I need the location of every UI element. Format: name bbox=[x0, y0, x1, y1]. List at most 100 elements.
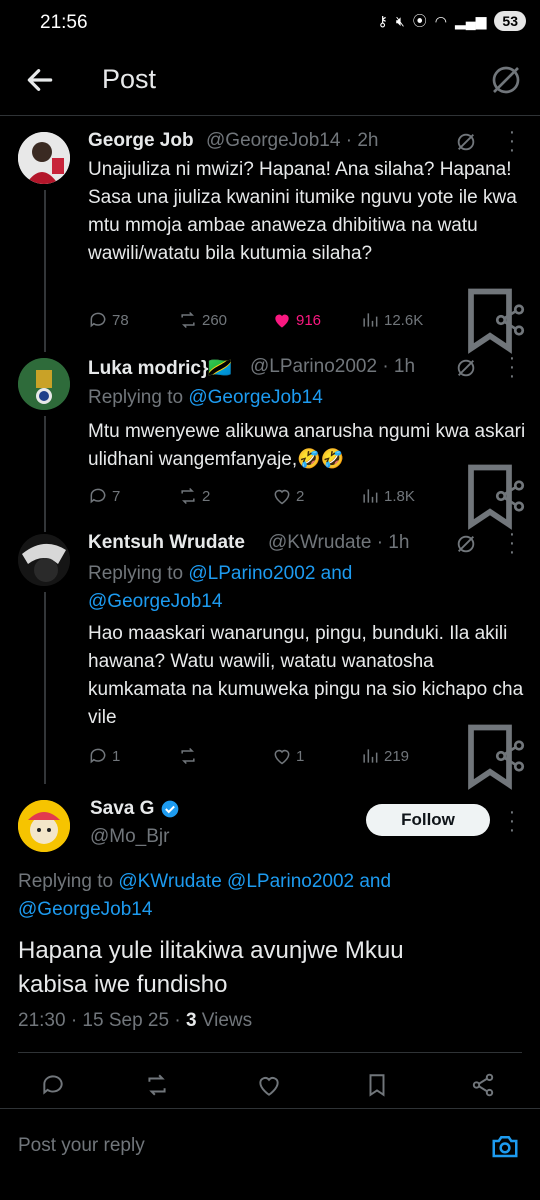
location-icon: ⦿ bbox=[412, 13, 427, 29]
views-icon bbox=[363, 749, 378, 763]
repost-button[interactable]: 2 bbox=[178, 486, 210, 506]
wifi-icon: ◠ bbox=[434, 12, 447, 29]
views-button[interactable]: 219 bbox=[360, 746, 409, 766]
grok-icon[interactable] bbox=[455, 533, 477, 555]
key-icon: ⚷ bbox=[377, 12, 388, 29]
post-author-name: Sava G bbox=[90, 798, 155, 819]
grok-icon[interactable] bbox=[455, 131, 477, 153]
thread-line bbox=[44, 416, 46, 532]
top-bar: Post bbox=[0, 46, 540, 116]
views-count: 219 bbox=[384, 747, 410, 765]
heart-icon bbox=[274, 489, 290, 505]
more-options-icon[interactable]: · · · bbox=[506, 524, 518, 562]
reply-input[interactable]: Post your reply bbox=[18, 1135, 145, 1157]
avatar[interactable] bbox=[18, 358, 70, 410]
replying-to: Replying to @LParino2002 and @GeorgeJob1… bbox=[88, 563, 353, 612]
reply-button[interactable]: 1 bbox=[88, 746, 120, 766]
reply-icon bbox=[90, 312, 106, 328]
post-actions: 7 2 2 1.8K bbox=[88, 464, 528, 530]
grok-icon[interactable] bbox=[490, 64, 522, 96]
grok-icon[interactable] bbox=[455, 357, 477, 379]
reply-button[interactable]: 78 bbox=[88, 310, 129, 330]
post-author-handle[interactable]: @GeorgeJob14 · 2h bbox=[206, 130, 378, 152]
like-button[interactable]: 1 bbox=[272, 746, 304, 766]
heart-icon bbox=[274, 749, 290, 765]
like-count: 916 bbox=[296, 311, 322, 329]
post-author-handle[interactable]: @KWrudate · 1h bbox=[268, 532, 409, 554]
views-count: 12.6K bbox=[384, 311, 424, 329]
post-views-label: Views bbox=[196, 1010, 253, 1031]
more-options-icon[interactable]: · · · bbox=[506, 348, 518, 386]
thread-line bbox=[44, 190, 46, 352]
divider bbox=[18, 1052, 522, 1053]
post-author-name[interactable]: George Job bbox=[88, 130, 194, 152]
post-author-name[interactable]: Kentsuh Wrudate bbox=[88, 532, 245, 554]
post-author-handle[interactable]: @LParino2002 · 1h bbox=[250, 356, 415, 378]
thread-line bbox=[44, 592, 46, 784]
repost-button[interactable] bbox=[178, 746, 202, 766]
mute-icon: 🔇︎ bbox=[395, 12, 405, 29]
reply-count: 78 bbox=[112, 311, 129, 329]
repost-button[interactable]: 260 bbox=[178, 310, 227, 330]
post-text: Unajiuliza ni mwizi? Hapana! Ana silaha?… bbox=[88, 159, 517, 264]
views-button[interactable]: 12.6K bbox=[360, 310, 423, 330]
post-text: Hao maaskari wanarungu, pingu, bunduki. … bbox=[88, 623, 524, 728]
post-meta: 21:30 · 15 Sep 25 · 3 Views bbox=[18, 1010, 252, 1032]
main-post-text: Hapana yule ilitakiwa avunjwe Mkuu kabis… bbox=[18, 937, 404, 998]
views-icon bbox=[363, 313, 378, 327]
like-count: 1 bbox=[296, 747, 305, 765]
share-icon[interactable] bbox=[492, 302, 528, 338]
like-count: 2 bbox=[296, 487, 305, 505]
heart-filled-icon bbox=[275, 314, 289, 328]
reply-count: 1 bbox=[112, 747, 121, 765]
reply-count: 7 bbox=[112, 487, 121, 505]
status-icons: ⚷ 🔇︎ ⦿ ◠ ▂▄▆ 53 bbox=[378, 11, 526, 31]
heart-icon[interactable] bbox=[256, 1072, 282, 1098]
repost-icon bbox=[181, 747, 195, 765]
repost-icon[interactable] bbox=[144, 1072, 170, 1098]
verified-badge-icon bbox=[162, 800, 179, 818]
repost-icon bbox=[181, 487, 195, 505]
reply-icon[interactable] bbox=[40, 1072, 66, 1098]
page-title: Post bbox=[102, 64, 157, 94]
share-icon[interactable] bbox=[492, 738, 528, 774]
like-button[interactable]: 2 bbox=[272, 486, 304, 506]
more-options-icon[interactable]: · · · bbox=[506, 802, 518, 840]
post-timestamp: 21:30 · 15 Sep 25 · bbox=[18, 1010, 186, 1031]
views-count: 1.8K bbox=[384, 487, 415, 505]
like-button[interactable]: 916 bbox=[272, 310, 321, 330]
reply-button[interactable]: 7 bbox=[88, 486, 120, 506]
avatar[interactable] bbox=[18, 534, 70, 586]
reply-icon bbox=[90, 748, 106, 764]
author-name-row[interactable]: Sava G bbox=[90, 798, 180, 820]
share-icon[interactable] bbox=[492, 478, 528, 514]
repost-icon bbox=[181, 311, 195, 329]
avatar[interactable] bbox=[18, 132, 70, 184]
battery-badge: 53 bbox=[494, 11, 526, 31]
reply-icon bbox=[90, 488, 106, 504]
bookmark-icon[interactable] bbox=[364, 1072, 390, 1098]
post-actions: 1 1 219 bbox=[88, 724, 528, 790]
signal-icon: ▂▄▆ bbox=[454, 12, 487, 29]
mention-link[interactable]: @GeorgeJob14 bbox=[188, 387, 322, 408]
repost-count: 2 bbox=[202, 487, 211, 505]
camera-icon[interactable] bbox=[490, 1131, 520, 1161]
replying-to: Replying to @KWrudate @LParino2002 and @… bbox=[18, 871, 392, 920]
post-author-name[interactable]: Luka modric}🇹🇿 bbox=[88, 356, 232, 380]
status-time: 21:56 bbox=[40, 12, 88, 33]
replying-to: Replying to @GeorgeJob14 bbox=[88, 387, 323, 408]
post-author-handle[interactable]: @Mo_Bjr bbox=[90, 826, 169, 848]
post-views-count: 3 bbox=[185, 1010, 197, 1031]
views-button[interactable]: 1.8K bbox=[360, 486, 415, 506]
views-icon bbox=[363, 489, 378, 503]
follow-button[interactable]: Follow bbox=[366, 804, 490, 836]
post-actions: 78 260 916 12.6K bbox=[88, 288, 528, 354]
repost-count: 260 bbox=[202, 311, 228, 329]
more-options-icon[interactable]: · · · bbox=[506, 122, 518, 160]
status-bar: 21:56 ⚷ 🔇︎ ⦿ ◠ ▂▄▆ 53 bbox=[0, 0, 540, 46]
main-post-actions bbox=[0, 1072, 540, 1102]
back-arrow-icon[interactable] bbox=[24, 64, 56, 96]
reply-composer[interactable]: Post your reply bbox=[0, 1108, 540, 1200]
avatar[interactable] bbox=[18, 800, 70, 852]
share-icon[interactable] bbox=[470, 1072, 496, 1098]
